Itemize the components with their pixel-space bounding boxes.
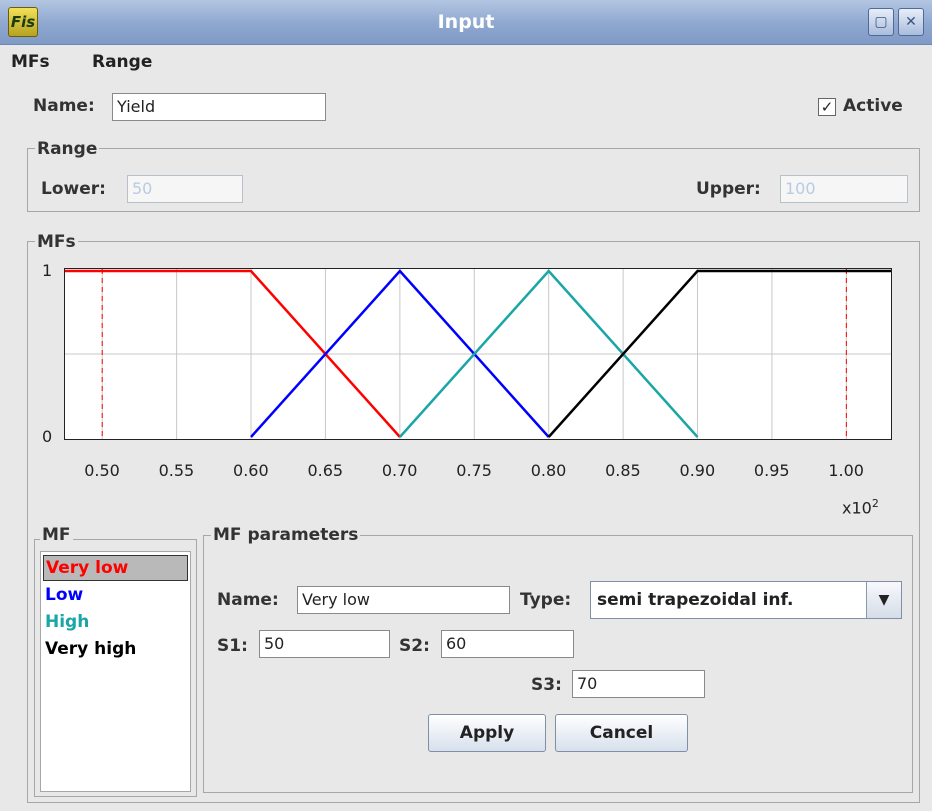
mfs-group-title: MFs	[35, 232, 78, 252]
cancel-button[interactable]: Cancel	[555, 714, 688, 752]
title-bar: Fis Input ▢ ✕	[0, 0, 932, 45]
s3-label: S3:	[531, 675, 562, 695]
mf-list-title: MF	[40, 525, 73, 545]
x-tick-label: 0.85	[605, 461, 641, 480]
mf-name-input[interactable]: Very low	[297, 586, 510, 614]
type-select-value: semi trapezoidal inf.	[597, 590, 794, 610]
menu-range[interactable]: Range	[92, 45, 152, 79]
close-button[interactable]: ✕	[898, 8, 924, 36]
list-item-very-low[interactable]: Very low	[43, 555, 188, 581]
name-input[interactable]: Yield	[112, 93, 326, 121]
list-item-low[interactable]: Low	[43, 582, 85, 608]
s2-input[interactable]: 60	[441, 630, 574, 658]
close-icon: ✕	[905, 14, 917, 30]
range-group-title: Range	[35, 139, 100, 159]
x-tick-label: 0.95	[753, 461, 790, 480]
list-item-very-high[interactable]: Very high	[43, 636, 138, 662]
x-tick-label: 0.80	[530, 461, 567, 480]
type-select[interactable]: semi trapezoidal inf. ▼	[590, 581, 902, 619]
x-tick-label: 0.60	[233, 461, 269, 480]
x-tick-label: 0.50	[84, 461, 120, 480]
mf-plot	[64, 268, 892, 440]
x-tick-label: 0.55	[158, 461, 195, 480]
s3-input[interactable]: 70	[572, 670, 705, 698]
type-label: Type:	[520, 590, 572, 610]
active-checkbox[interactable]: ✓	[818, 98, 836, 116]
mf-listbox[interactable]: Very low Low High Very high	[40, 551, 191, 792]
active-label: Active	[843, 96, 903, 116]
s1-label: S1:	[217, 636, 248, 656]
mf-plot-svg	[65, 269, 891, 439]
x-tick-label: 0.70	[381, 461, 418, 480]
maximize-icon: ▢	[874, 14, 888, 30]
s2-label: S2:	[399, 636, 430, 656]
chevron-down-icon[interactable]: ▼	[866, 582, 901, 618]
checkmark-icon: ✓	[820, 98, 834, 116]
name-label: Name:	[33, 96, 95, 116]
lower-label: Lower:	[41, 179, 106, 199]
mf-params-group	[203, 535, 913, 793]
x-tick-label: 0.90	[679, 461, 716, 480]
menu-bar: MFs Range	[0, 45, 932, 79]
x-tick-label: 0.75	[456, 461, 492, 480]
mf-name-label: Name:	[217, 590, 279, 610]
x-tick-label: 1.00	[828, 461, 864, 480]
window-title: Input	[437, 11, 495, 33]
y-tick-label: 0	[42, 427, 53, 446]
menu-mfs[interactable]: MFs	[11, 45, 50, 79]
x-tick-label: 0.65	[307, 461, 344, 480]
lower-input[interactable]: 50	[127, 175, 243, 203]
upper-label: Upper:	[696, 179, 761, 199]
y-tick-label: 1	[42, 261, 53, 280]
mf-params-title: MF parameters	[211, 525, 361, 545]
maximize-button[interactable]: ▢	[868, 8, 894, 36]
apply-button[interactable]: Apply	[428, 714, 546, 752]
list-item-high[interactable]: High	[43, 609, 91, 635]
x-multiplier: x102	[842, 497, 879, 518]
s1-input[interactable]: 50	[259, 630, 390, 658]
upper-input[interactable]: 100	[780, 175, 908, 203]
